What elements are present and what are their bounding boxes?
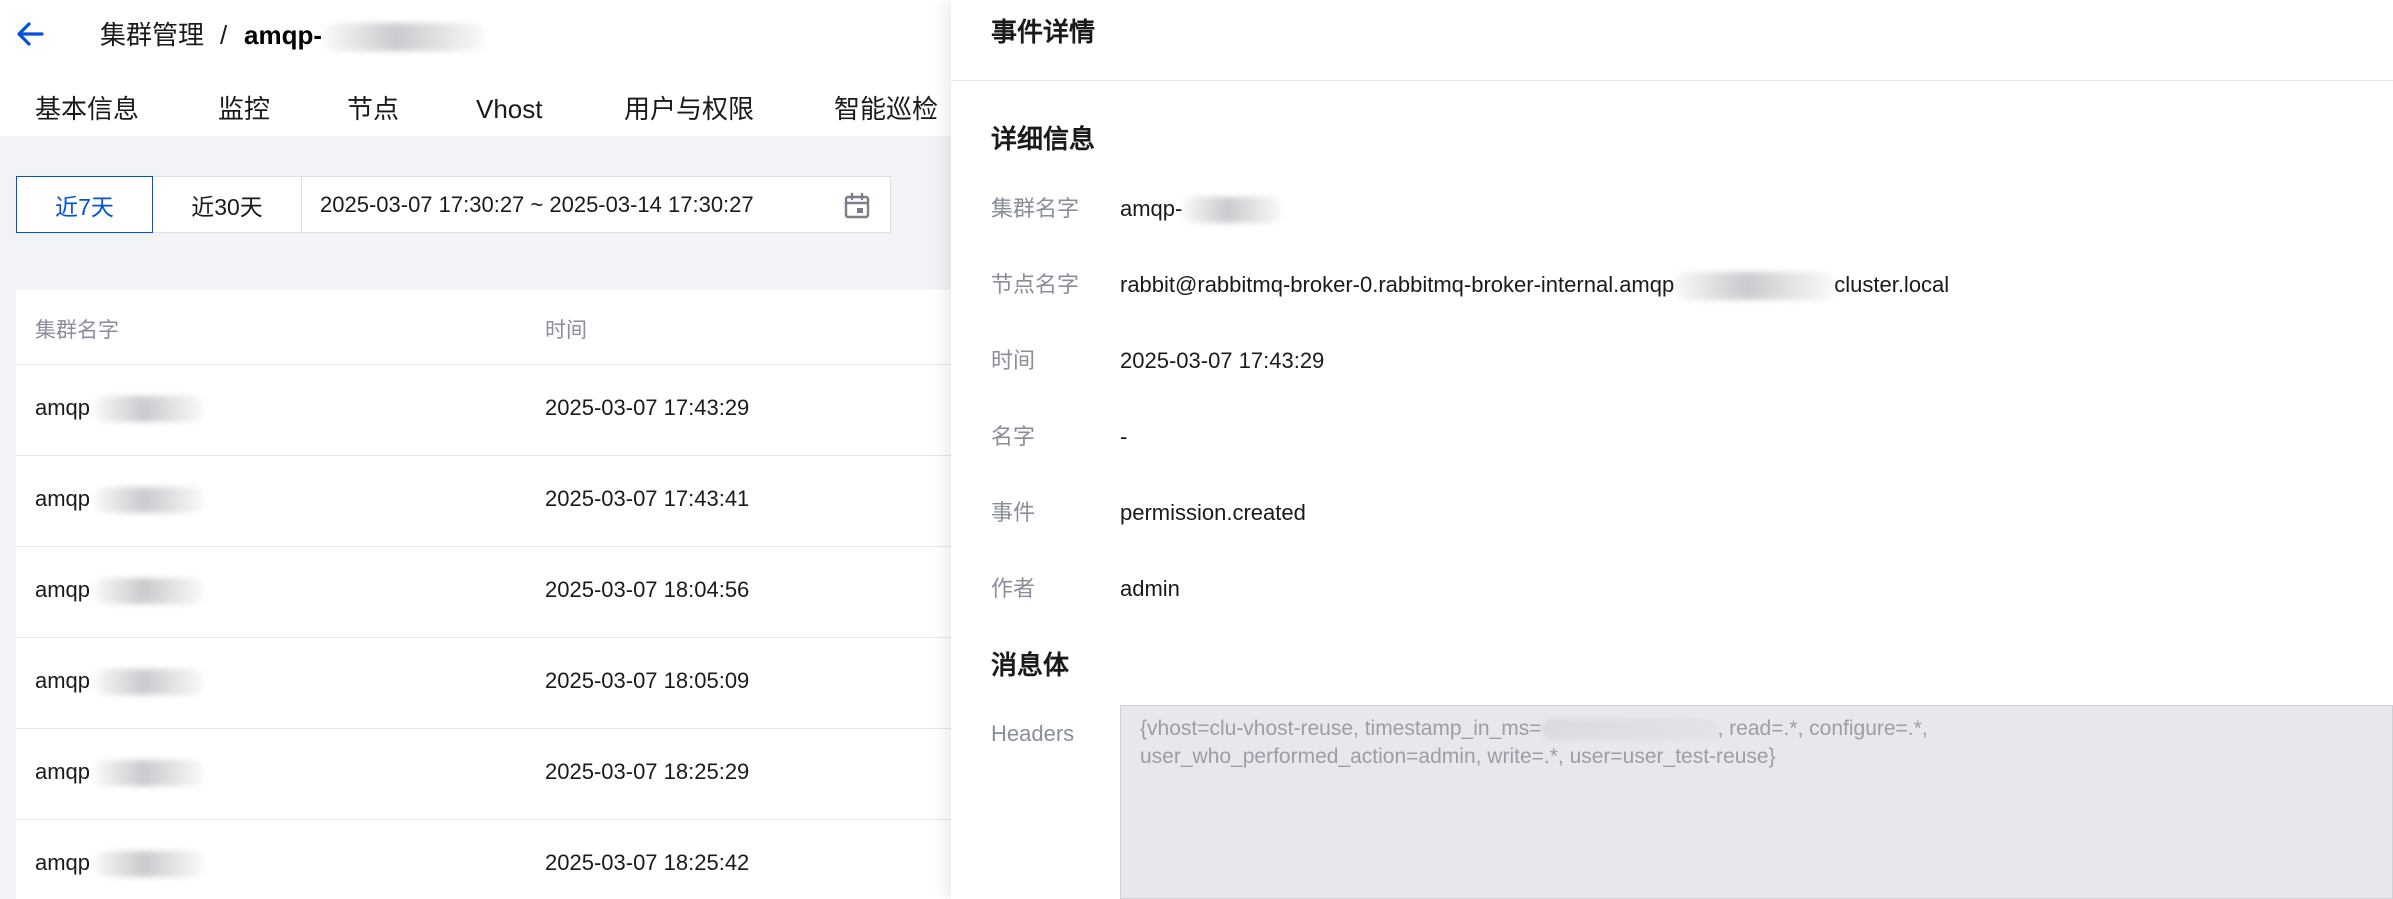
column-header-cluster-name: 集群名字 [35, 319, 119, 342]
column-header-time: 时间 [545, 319, 587, 342]
calendar-icon[interactable] [842, 191, 872, 221]
drawer-header: 事件详情 [951, 0, 2393, 81]
tab-nodes[interactable]: 节点 [347, 92, 399, 126]
redacted-cluster-id [94, 851, 205, 878]
value-time: 2025-03-07 17:43:29 [1120, 348, 1325, 373]
tab-smart-inspection[interactable]: 智能巡检 [834, 92, 938, 126]
value-event: permission.created [1120, 500, 1306, 525]
headers-line-1: {vhost=clu-vhost-reuse, timestamp_in_ms=… [1140, 715, 2373, 743]
table-row[interactable]: amqp 2025-03-07 18:25:29 [16, 729, 951, 820]
cell-cluster-name: amqp [35, 395, 205, 423]
cluster-name-text: amqp [35, 668, 91, 693]
event-detail-drawer: 事件详情 详细信息 集群名字 amqp- 节点名字 rabbit@rabbitm… [951, 0, 2393, 899]
cluster-name-text: amqp- [1120, 196, 1183, 221]
headers-line-2: user_who_performed_action=admin, write=.… [1140, 745, 1776, 768]
tab-basic-info[interactable]: 基本信息 [35, 92, 139, 126]
label-event: 事件 [991, 500, 1036, 525]
table-row[interactable]: amqp 2025-03-07 18:04:56 [16, 547, 951, 638]
redacted-cluster-id [324, 23, 484, 52]
events-table: 集群名字 时间 amqp 2025-03-07 17:43:29 amqp 20… [16, 290, 951, 899]
table-row[interactable]: amqp 2025-03-07 18:25:42 [16, 820, 951, 899]
label-author: 作者 [991, 576, 1036, 601]
redacted-cluster-id [1182, 197, 1283, 224]
label-node-name: 节点名字 [991, 272, 1080, 297]
redacted-cluster-id [94, 669, 205, 696]
redacted-cluster-id [94, 578, 205, 605]
page-header: 集群管理 / amqp- 基本信息 监控 节点 Vhost 用户与权限 智能巡检 [0, 0, 951, 136]
headers-textarea[interactable]: {vhost=clu-vhost-reuse, timestamp_in_ms=… [1120, 705, 2393, 899]
breadcrumb-separator: / [220, 20, 228, 50]
date-range-value: 2025-03-07 17:30:27 ~ 2025-03-14 17:30:2… [320, 191, 754, 217]
breadcrumb-current-label: amqp- [244, 20, 322, 50]
value-name: - [1120, 424, 1128, 449]
node-name-prefix: rabbit@rabbitmq-broker-0.rabbitmq-broker… [1120, 272, 1675, 297]
cell-cluster-name: amqp [35, 850, 205, 878]
cluster-detail-page: 集群管理 / amqp- 基本信息 监控 节点 Vhost 用户与权限 智能巡检… [0, 0, 951, 899]
cluster-name-text: amqp [35, 850, 91, 875]
label-name: 名字 [991, 424, 1036, 449]
cell-time: 2025-03-07 18:04:56 [545, 577, 750, 602]
redacted-cluster-id [94, 396, 205, 423]
table-row[interactable]: amqp 2025-03-07 17:43:29 [16, 365, 951, 456]
tab-vhost[interactable]: Vhost [476, 92, 543, 126]
cluster-name-text: amqp [35, 395, 91, 420]
value-author: admin [1120, 576, 1180, 601]
label-cluster-name: 集群名字 [991, 196, 1080, 221]
table-row[interactable]: amqp 2025-03-07 17:43:41 [16, 456, 951, 547]
range-30-days-button[interactable]: 近30天 [152, 176, 302, 233]
message-body-section-title: 消息体 [991, 650, 1070, 680]
drawer-title: 事件详情 [991, 17, 1096, 47]
cell-cluster-name: amqp [35, 668, 205, 696]
value-node-name: rabbit@rabbitmq-broker-0.rabbitmq-broker… [1120, 270, 1950, 301]
cell-cluster-name: amqp [35, 486, 205, 514]
breadcrumb-cluster-management[interactable]: 集群管理 [100, 18, 204, 52]
breadcrumb-current-cluster: amqp- [244, 18, 484, 52]
range-7-days-button[interactable]: 近7天 [16, 176, 153, 233]
redacted-node-id [1674, 272, 1835, 301]
cell-time: 2025-03-07 18:25:29 [545, 759, 750, 784]
details-section-title: 详细信息 [991, 124, 1096, 154]
redacted-cluster-id [94, 760, 205, 787]
label-headers: Headers [991, 721, 1075, 746]
cell-time: 2025-03-07 18:05:09 [545, 668, 750, 693]
cell-time: 2025-03-07 17:43:41 [545, 486, 750, 511]
cell-time: 2025-03-07 18:25:42 [545, 850, 750, 875]
cluster-name-text: amqp [35, 577, 91, 602]
label-time: 时间 [991, 348, 1036, 373]
cell-time: 2025-03-07 17:43:29 [545, 395, 750, 420]
cluster-name-text: amqp [35, 486, 91, 511]
cell-cluster-name: amqp [35, 759, 205, 787]
redacted-timestamp [1541, 719, 1718, 740]
headers-line-1-prefix: {vhost=clu-vhost-reuse, timestamp_in_ms= [1140, 717, 1542, 740]
node-name-suffix: cluster.local [1834, 272, 1950, 297]
table-row[interactable]: amqp 2025-03-07 18:05:09 [16, 638, 951, 729]
cell-cluster-name: amqp [35, 577, 205, 605]
headers-line-1-suffix: , read=.*, configure=.*, [1717, 717, 1928, 740]
redacted-cluster-id [94, 487, 205, 514]
table-header: 集群名字 时间 [16, 290, 951, 365]
tab-users-permissions[interactable]: 用户与权限 [624, 92, 754, 126]
value-cluster-name: amqp- [1120, 194, 1283, 224]
detail-tabs: 基本信息 监控 节点 Vhost 用户与权限 智能巡检 [0, 86, 951, 136]
tab-monitoring[interactable]: 监控 [218, 92, 270, 126]
cluster-name-text: amqp [35, 759, 91, 784]
arrow-left-icon[interactable] [12, 14, 52, 54]
date-range-picker[interactable]: 2025-03-07 17:30:27 ~ 2025-03-14 17:30:2… [301, 176, 891, 233]
